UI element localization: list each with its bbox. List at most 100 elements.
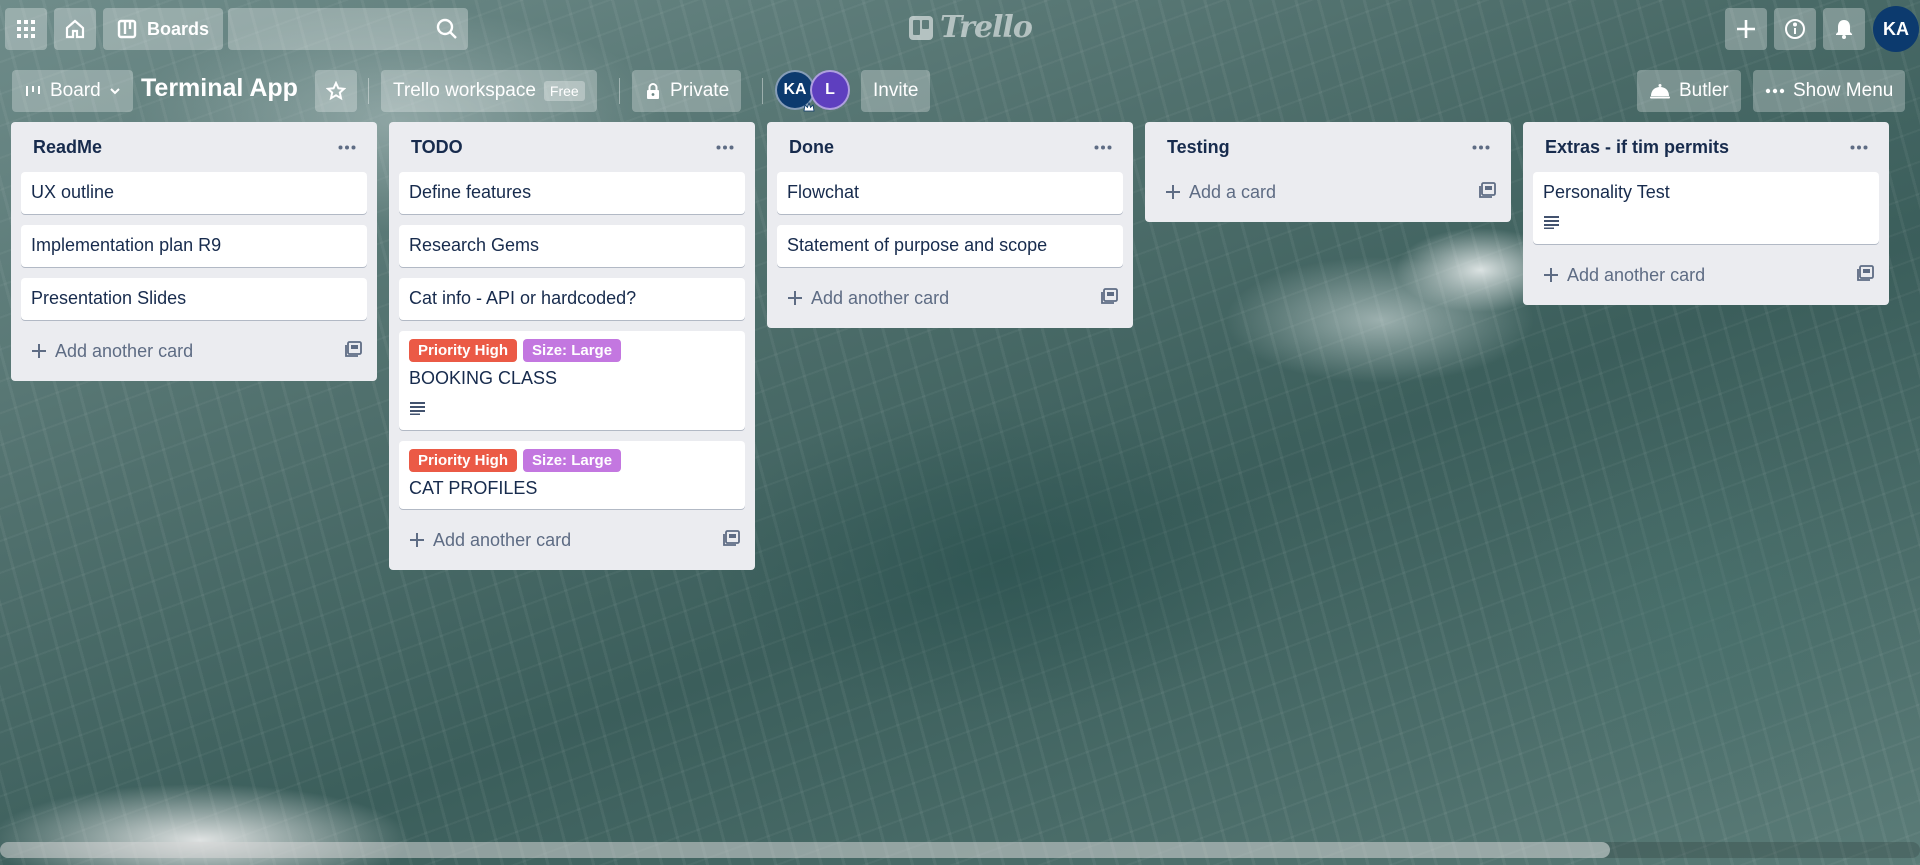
show-menu-button[interactable]: Show Menu	[1753, 70, 1906, 112]
card[interactable]: UX outline	[21, 172, 367, 214]
apps-menu-button[interactable]	[5, 8, 47, 50]
show-menu-label: Show Menu	[1793, 80, 1894, 101]
divider	[368, 78, 369, 104]
create-button[interactable]	[1725, 8, 1767, 50]
list-menu-button[interactable]	[331, 131, 363, 163]
butler-button[interactable]: Butler	[1637, 70, 1741, 112]
create-from-template-button[interactable]	[1101, 287, 1119, 310]
add-card-label: Add another card	[433, 529, 572, 550]
add-card-button[interactable]: Add a card	[1165, 182, 1276, 203]
user-avatar[interactable]: KA	[1873, 6, 1919, 52]
label-priority-high[interactable]: Priority High	[409, 339, 518, 362]
invite-button[interactable]: Invite	[861, 70, 931, 112]
bell-icon	[1836, 20, 1852, 39]
board-title[interactable]: Terminal App	[141, 74, 298, 103]
member-avatar-ka[interactable]: KA	[775, 70, 815, 112]
card-title: BOOKING CLASS	[409, 368, 558, 388]
add-card-button[interactable]: Add another card	[1543, 265, 1705, 286]
list-title[interactable]: Done	[789, 137, 834, 158]
boards-button[interactable]: Boards	[103, 8, 224, 50]
list-menu-button[interactable]	[709, 131, 741, 163]
card-labels: Priority High Size: Large	[409, 449, 735, 472]
create-from-template-button[interactable]	[1479, 181, 1497, 204]
list-title[interactable]: ReadMe	[33, 137, 102, 158]
list-footer: Add another card	[399, 520, 745, 560]
more-icon	[338, 145, 356, 149]
card-title: Define features	[409, 182, 532, 202]
card[interactable]: Define features	[399, 172, 745, 214]
divider	[762, 78, 763, 104]
label-size-large[interactable]: Size: Large	[523, 339, 622, 362]
description-icon	[1544, 216, 1559, 229]
visibility-label: Private	[670, 80, 730, 101]
board-view-icon	[26, 86, 40, 96]
add-card-button[interactable]: Add another card	[31, 341, 193, 362]
list-footer: Add another card	[21, 331, 367, 371]
card[interactable]: Presentation Slides	[21, 278, 367, 320]
create-from-template-button[interactable]	[723, 529, 741, 552]
board-scrollbar-thumb[interactable]	[0, 842, 1610, 858]
create-from-template-button[interactable]	[345, 340, 363, 363]
list-header: ReadMe	[21, 122, 367, 172]
home-button[interactable]	[54, 8, 96, 50]
list-todo: TODO Define features Research Gems Cat i…	[389, 122, 755, 570]
card-title: UX outline	[31, 182, 115, 202]
description-badge	[1543, 213, 1869, 234]
card[interactable]: Flowchat	[777, 172, 1123, 214]
card-labels: Priority High Size: Large	[409, 339, 735, 362]
list-title[interactable]: Testing	[1167, 137, 1230, 158]
list-menu-button[interactable]	[1087, 131, 1119, 163]
information-button[interactable]	[1774, 8, 1816, 50]
plus-icon	[1166, 185, 1180, 199]
label-priority-high[interactable]: Priority High	[409, 449, 518, 472]
create-from-template-button[interactable]	[1857, 264, 1875, 287]
add-card-button[interactable]: Add another card	[409, 530, 571, 551]
search-input[interactable]	[228, 8, 448, 50]
notifications-button[interactable]	[1823, 8, 1865, 50]
card-title: Statement of purpose and scope	[787, 235, 1048, 255]
trello-logo[interactable]: Trello	[908, 10, 1033, 45]
description-icon	[410, 402, 425, 415]
search-icon[interactable]	[436, 18, 458, 40]
list-title[interactable]: TODO	[411, 137, 463, 158]
plus-icon	[410, 533, 424, 547]
card-title: Presentation Slides	[31, 288, 187, 308]
more-icon	[1472, 145, 1490, 149]
boards-label: Boards	[147, 18, 210, 39]
card-title: Flowchat	[787, 182, 860, 202]
member-initials: L	[825, 81, 835, 98]
list-footer: Add another card	[777, 278, 1123, 318]
board-icon	[117, 19, 137, 39]
butler-icon	[1650, 84, 1670, 99]
list-header: Testing	[1155, 122, 1501, 172]
workspace-label: Trello workspace	[393, 80, 536, 101]
workspace-button[interactable]: Trello workspace Free	[381, 70, 597, 112]
star-board-button[interactable]	[315, 70, 357, 112]
plus-icon	[788, 291, 802, 305]
card[interactable]: Statement of purpose and scope	[777, 225, 1123, 267]
label-size-large[interactable]: Size: Large	[523, 449, 622, 472]
card[interactable]: Implementation plan R9	[21, 225, 367, 267]
add-card-button[interactable]: Add another card	[787, 288, 949, 309]
home-icon	[65, 19, 85, 39]
list-testing: Testing Add a card	[1145, 122, 1511, 222]
list-done: Done Flowchat Statement of purpose and s…	[767, 122, 1133, 328]
card[interactable]: Research Gems	[399, 225, 745, 267]
add-card-label: Add a card	[1189, 181, 1277, 202]
grid-icon	[17, 20, 35, 38]
card-title: Implementation plan R9	[31, 235, 222, 255]
list-menu-button[interactable]	[1465, 131, 1497, 163]
free-badge: Free	[543, 81, 585, 101]
card[interactable]: Priority High Size: Large BOOKING CLASS	[399, 331, 745, 430]
list-header: Done	[777, 122, 1123, 172]
list-menu-button[interactable]	[1843, 131, 1875, 163]
list-readme: ReadMe UX outline Implementation plan R9…	[11, 122, 377, 381]
card[interactable]: Cat info - API or hardcoded?	[399, 278, 745, 320]
board-view-switcher[interactable]: Board	[12, 70, 133, 112]
card[interactable]: Personality Test	[1533, 172, 1879, 244]
member-avatar-l[interactable]: L	[810, 70, 850, 110]
list-title[interactable]: Extras - if tim permits	[1545, 137, 1729, 158]
visibility-button[interactable]: Private	[632, 70, 742, 112]
card[interactable]: Priority High Size: Large CAT PROFILES	[399, 441, 745, 509]
description-badge	[409, 399, 735, 420]
